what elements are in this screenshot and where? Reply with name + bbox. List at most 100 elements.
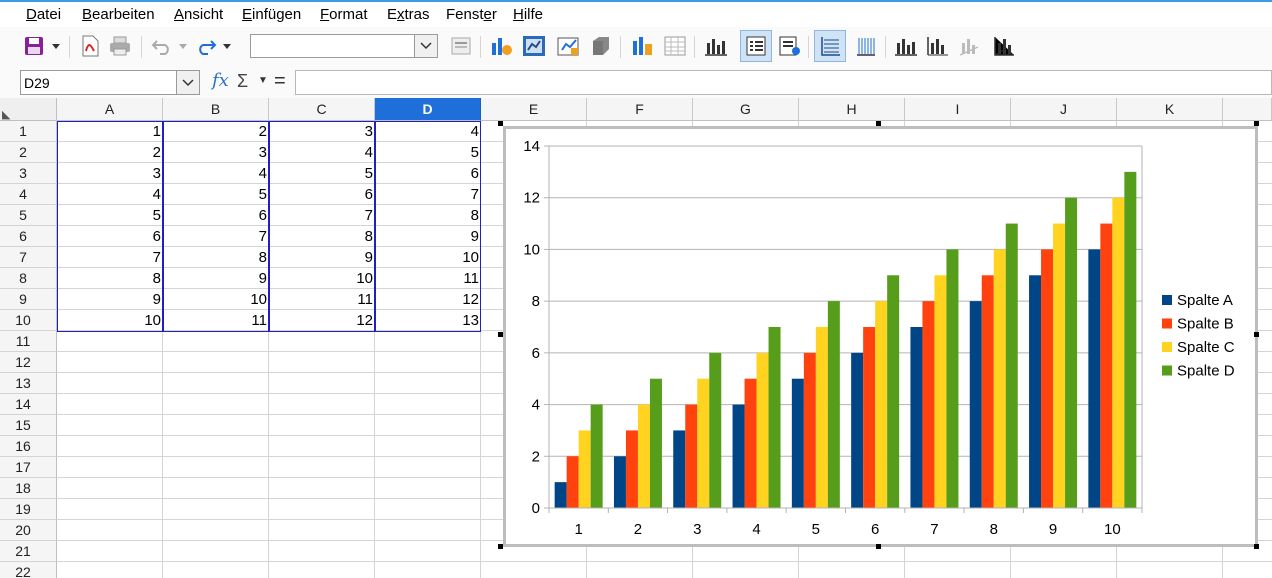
column-header-a[interactable]: A (57, 98, 163, 121)
select-all-corner[interactable]: ◣ (0, 98, 57, 121)
row-header-7[interactable]: 7 (0, 247, 57, 268)
column-header-g[interactable]: G (693, 98, 799, 121)
chart-type-icon[interactable] (488, 32, 516, 60)
legend-format-icon[interactable] (776, 32, 804, 60)
save-icon[interactable] (20, 32, 48, 60)
dropdown-arrow-icon[interactable] (220, 32, 234, 60)
chart-resize-handle[interactable] (1254, 332, 1259, 337)
column-header-e[interactable]: E (481, 98, 587, 121)
menu-datei[interactable]: Datei (26, 6, 61, 23)
3d-view-icon[interactable] (586, 32, 614, 60)
format-selection-icon[interactable] (447, 32, 475, 60)
column-header-k[interactable]: K (1117, 98, 1223, 121)
menu-format[interactable]: Format (320, 6, 368, 23)
toolbar-separator (694, 36, 695, 58)
data-table-icon[interactable] (554, 32, 582, 60)
row-header-18[interactable]: 18 (0, 478, 57, 499)
row-header-5[interactable]: 5 (0, 205, 57, 226)
data-table-grid-icon[interactable] (661, 32, 689, 60)
column-header-next[interactable] (1223, 98, 1272, 121)
column-header-i[interactable]: I (905, 98, 1011, 121)
menu-ansicht[interactable]: Ansicht (174, 6, 223, 23)
column-header-d[interactable]: D (375, 98, 481, 121)
bar-spalte-d-8 (1005, 223, 1018, 509)
chart-element-select[interactable] (250, 34, 438, 58)
legend-label: Spalte C (1177, 339, 1235, 356)
sum-icon[interactable]: Σ (237, 71, 248, 92)
row-header-6[interactable]: 6 (0, 226, 57, 247)
name-box[interactable]: D29 (20, 70, 200, 95)
undo-icon[interactable] (148, 32, 176, 60)
function-wizard-icon[interactable]: fx (212, 70, 229, 91)
chart-resize-handle[interactable] (876, 544, 881, 549)
row-header-8[interactable]: 8 (0, 268, 57, 289)
row-header-15[interactable]: 15 (0, 415, 57, 436)
toolbar-separator (808, 36, 809, 58)
column-header-h[interactable]: H (799, 98, 905, 121)
z-axis-icon[interactable] (956, 32, 984, 60)
chart-resize-handle[interactable] (498, 121, 503, 126)
chart-resize-handle[interactable] (1254, 121, 1259, 126)
dropdown-arrow-icon[interactable] (176, 32, 190, 60)
dropdown-arrow-icon[interactable] (48, 32, 64, 60)
x-axis-icon[interactable] (892, 32, 920, 60)
row-header-22[interactable]: 22 (0, 562, 57, 578)
row-header-9[interactable]: 9 (0, 289, 57, 310)
bar-spalte-c-9 (1053, 223, 1066, 509)
row-header-4[interactable]: 4 (0, 184, 57, 205)
column-header-j[interactable]: J (1011, 98, 1117, 121)
row-header-21[interactable]: 21 (0, 541, 57, 562)
chart-object[interactable]: 0 2 4 6 8 10 12 14 1 2 3 4 5 6 7 8 9 10 Spalte A Spalte B Sp… (503, 126, 1258, 547)
row-header-19[interactable]: 19 (0, 499, 57, 520)
chart-resize-handle[interactable] (498, 544, 503, 549)
menu-hilfe[interactable]: Hilfe (513, 6, 543, 23)
chart-area-icon[interactable] (520, 32, 548, 60)
row-header-16[interactable]: 16 (0, 436, 57, 457)
column-header-f[interactable]: F (587, 98, 693, 121)
row-number: 15 (15, 417, 31, 433)
horizontal-grids-icon[interactable] (814, 30, 846, 62)
data-ranges-icon[interactable] (628, 32, 656, 60)
menu-fenster[interactable]: Fenster (446, 6, 497, 23)
row-number: 13 (15, 375, 31, 391)
row-header-2[interactable]: 2 (0, 142, 57, 163)
column-header-c[interactable]: C (269, 98, 375, 121)
chevron-down-icon[interactable] (414, 35, 437, 57)
formula-input[interactable] (295, 70, 1272, 95)
redo-icon[interactable] (192, 32, 220, 60)
row-header-20[interactable]: 20 (0, 520, 57, 541)
menu-einfgen[interactable]: Einfügen (242, 6, 301, 23)
row-header-14[interactable]: 14 (0, 394, 57, 415)
all-axes-icon[interactable] (990, 32, 1018, 60)
chart-resize-handle[interactable] (1254, 544, 1259, 549)
toolbar-separator (141, 36, 142, 58)
row-header-11[interactable]: 11 (0, 331, 57, 352)
chart-resize-handle[interactable] (876, 121, 881, 126)
row-header-13[interactable]: 13 (0, 373, 57, 394)
chart-resize-handle[interactable] (498, 332, 503, 337)
formula-icon[interactable]: = (274, 70, 286, 93)
row-header-1[interactable]: 1 (0, 121, 57, 142)
row-header-10[interactable]: 10 (0, 310, 57, 331)
column-header-b[interactable]: B (163, 98, 269, 121)
menu-extras[interactable]: Extras (387, 6, 430, 23)
dropdown-arrow-icon[interactable]: ▼ (258, 75, 268, 86)
bar-spalte-b-4 (744, 378, 757, 508)
bar-spalte-d-3 (709, 352, 722, 508)
chevron-down-icon[interactable] (176, 71, 199, 94)
row-gridline (57, 561, 1272, 562)
bar-spalte-b-3 (685, 404, 698, 508)
title-icon[interactable] (702, 32, 730, 60)
row-header-3[interactable]: 3 (0, 163, 57, 184)
vertical-grids-icon[interactable] (852, 32, 880, 60)
y-tick-label: 14 (523, 138, 540, 155)
legend-on-off-icon[interactable] (740, 30, 772, 62)
menu-bearbeiten[interactable]: Bearbeiten (82, 6, 155, 23)
export-pdf-icon[interactable] (76, 32, 104, 60)
bar-spalte-c-6 (875, 301, 888, 508)
y-axis-icon[interactable] (924, 32, 952, 60)
row-header-12[interactable]: 12 (0, 352, 57, 373)
print-icon[interactable] (106, 32, 134, 60)
bar-chart: 024681012141 2 3 4 5 6 7 8 9 10Spalte ASpalte BSp… (523, 138, 1235, 538)
row-header-17[interactable]: 17 (0, 457, 57, 478)
